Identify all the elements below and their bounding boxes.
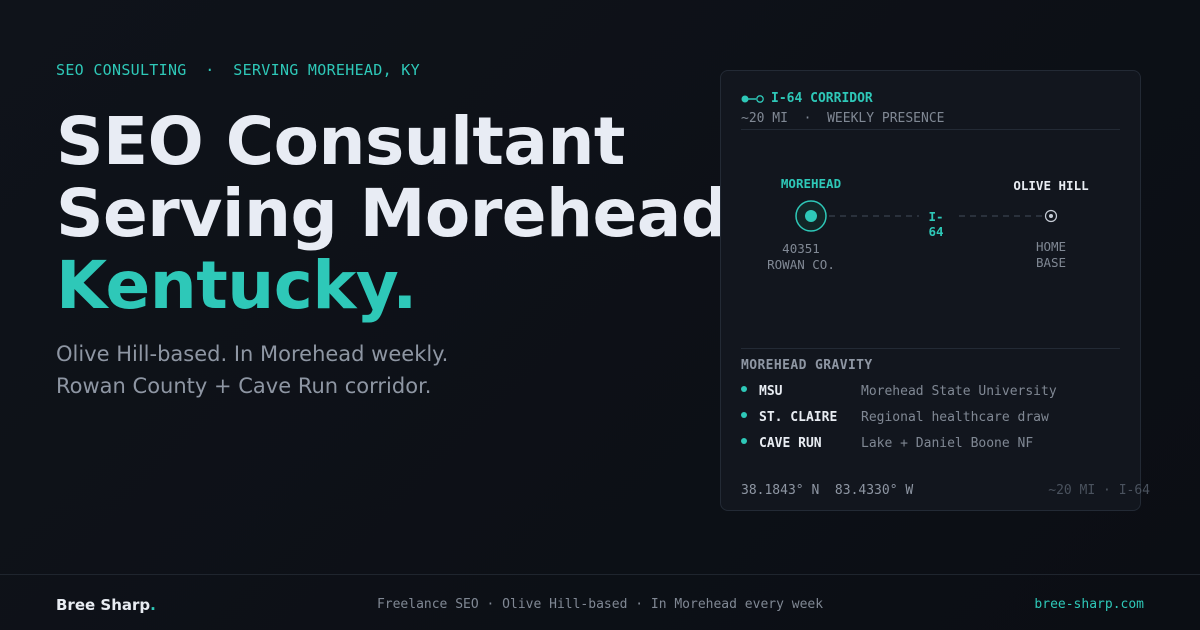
- coordinates: 38.1843° N 83.4330° W: [741, 483, 914, 498]
- gravity-value: Regional healthcare draw: [861, 410, 1049, 425]
- gravity-value: Morehead State University: [861, 384, 1057, 399]
- olive-hill-dot: [1049, 214, 1053, 218]
- gravity-item: ST. CLAIRE Regional healthcare draw: [741, 410, 1049, 425]
- olive-hill-details: HOME BASE: [1001, 239, 1101, 271]
- footer-tagline: Freelance SEO · Olive Hill-based · In Mo…: [376, 597, 824, 612]
- morehead-county: ROWAN CO.: [767, 257, 835, 272]
- morehead-label: MOREHEAD: [780, 176, 842, 191]
- olive-hill-label: OLIVE HILL: [1013, 178, 1089, 193]
- morehead-zip: 40351: [782, 241, 820, 256]
- subhead-line-2: Rowan County + Cave Run corridor.: [56, 374, 432, 398]
- card-subtitle: ~20 MI · WEEKLY PRESENCE: [741, 111, 945, 126]
- olive-hill-home: HOME: [1035, 239, 1067, 254]
- gravity-item: MSU Morehead State University: [741, 384, 1057, 399]
- card-divider-mid: [741, 348, 1120, 349]
- gravity-key: CAVE RUN: [759, 436, 822, 451]
- headline-line-2: Serving Morehead,: [56, 175, 753, 252]
- bullet-icon: [741, 385, 747, 392]
- headline-line-3: Kentucky.: [56, 247, 417, 324]
- subhead-line-1: Olive Hill-based. In Morehead weekly.: [56, 342, 449, 366]
- headline: SEO Consultant Serving Morehead, Kentuck…: [56, 103, 753, 324]
- gravity-value: Lake + Daniel Boone NF: [861, 436, 1034, 451]
- bullet-icon: [741, 437, 747, 444]
- corridor-card: I-64 CORRIDOR ~20 MI · WEEKLY PRESENCE I…: [720, 70, 1150, 511]
- bullet-icon: [741, 411, 747, 418]
- route-icon: [741, 94, 764, 103]
- gravity-title: MOREHEAD GRAVITY: [741, 358, 873, 373]
- card-title: I-64 CORRIDOR: [771, 91, 873, 106]
- card-header: I-64 CORRIDOR: [741, 91, 873, 106]
- gravity-item: CAVE RUN Lake + Daniel Boone NF: [741, 436, 1033, 451]
- distance-note: ~20 MI · I-64: [1048, 483, 1150, 498]
- card-divider-top: [741, 129, 1120, 130]
- gravity-key: MSU: [759, 384, 783, 399]
- footer: Bree Sharp. Freelance SEO · Olive Hill-b…: [0, 574, 1200, 630]
- morehead-dot: [805, 210, 817, 222]
- site-link[interactable]: bree-sharp.com: [1034, 597, 1144, 612]
- eyebrow: SEO CONSULTING · SERVING MOREHEAD, KY: [56, 61, 420, 79]
- headline-line-1: SEO Consultant: [56, 103, 626, 180]
- morehead-details: 40351 ROWAN CO.: [751, 241, 851, 273]
- olive-hill-base: BASE: [1035, 255, 1067, 270]
- route-label: I-64: [928, 209, 944, 239]
- gravity-key: ST. CLAIRE: [759, 410, 838, 425]
- subhead: Olive Hill-based. In Morehead weekly. Ro…: [56, 338, 448, 402]
